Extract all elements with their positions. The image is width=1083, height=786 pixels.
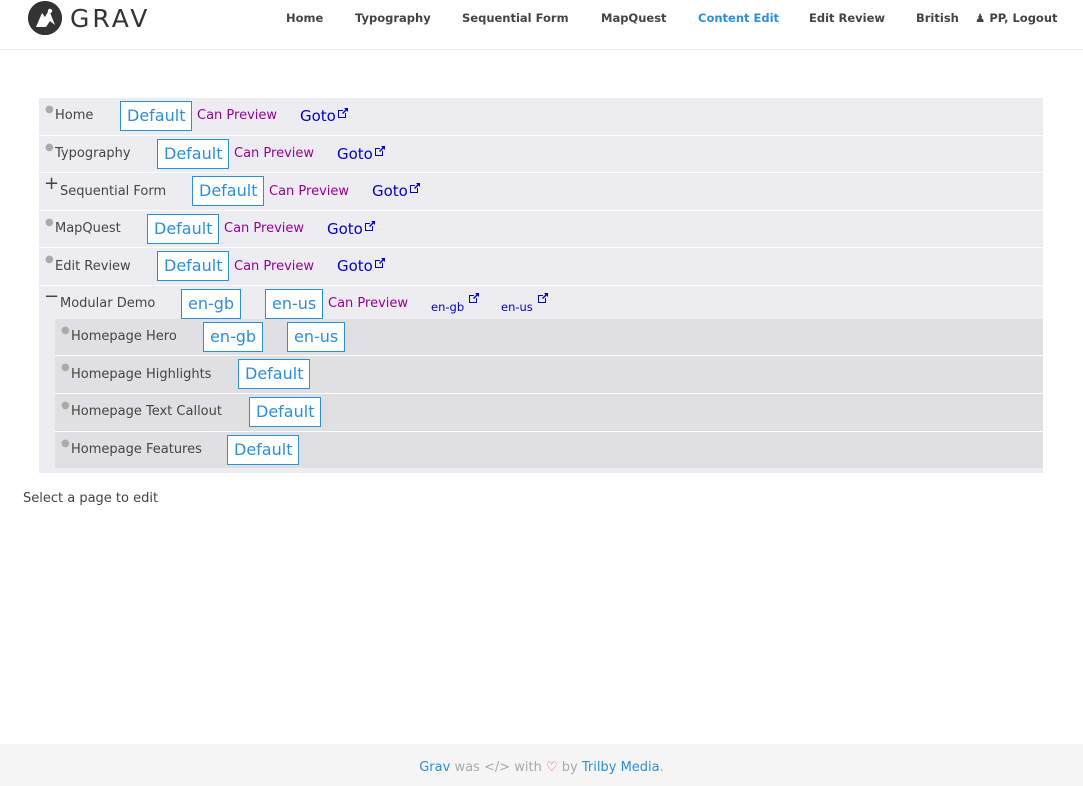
language-button-en-gb[interactable]: en-gb bbox=[181, 289, 242, 319]
main-nav: Home Typography Sequential Form MapQuest… bbox=[0, 11, 1083, 27]
tree-row-title[interactable]: Sequential Form bbox=[60, 184, 166, 199]
goto-label: Goto bbox=[337, 145, 373, 163]
tree-child-homepage-highlights: ● Homepage Highlights Default bbox=[55, 356, 1043, 394]
goto-en-gb-link[interactable]: en-gb bbox=[431, 293, 480, 314]
can-preview-link[interactable]: Can Preview bbox=[234, 146, 314, 161]
language-button[interactable]: Default bbox=[157, 139, 230, 169]
language-button[interactable]: Default bbox=[249, 397, 322, 427]
can-preview-link[interactable]: Can Preview bbox=[197, 108, 277, 123]
tree-row-title[interactable]: Home bbox=[55, 108, 93, 123]
page-tree: ● Home Default Can Preview Goto ● Typogr… bbox=[39, 98, 1043, 473]
tree-row-typography: ● Typography Default Can Preview Goto bbox=[39, 136, 1043, 173]
tree-child-homepage-hero: ● Homepage Hero en-gb en-us bbox=[55, 319, 1043, 356]
nav-content-edit[interactable]: Content Edit bbox=[698, 11, 779, 25]
external-link-icon bbox=[409, 183, 420, 193]
external-link-icon bbox=[374, 258, 385, 268]
user-icon: ♟ bbox=[975, 11, 986, 25]
footer-by: by bbox=[561, 760, 578, 775]
user-label: PP, bbox=[989, 11, 1009, 25]
nav-language-british[interactable]: British bbox=[916, 11, 959, 25]
nav-typography[interactable]: Typography bbox=[355, 11, 431, 25]
goto-label: en-us bbox=[501, 300, 533, 314]
site-header: GRAV Home Typography Sequential Form Map… bbox=[0, 0, 1083, 50]
can-preview-link[interactable]: Can Preview bbox=[224, 221, 304, 236]
nav-edit-review[interactable]: Edit Review bbox=[809, 11, 885, 25]
footer-period: . bbox=[659, 760, 664, 775]
goto-link[interactable]: Goto bbox=[337, 145, 386, 163]
goto-link[interactable]: Goto bbox=[300, 107, 349, 125]
goto-label: Goto bbox=[337, 257, 373, 275]
goto-label: Goto bbox=[372, 182, 408, 200]
language-button[interactable]: Default bbox=[147, 214, 220, 244]
tree-row-edit-review: ● Edit Review Default Can Preview Goto bbox=[39, 248, 1043, 286]
can-preview-link[interactable]: Can Preview bbox=[269, 184, 349, 199]
tree-row-title[interactable]: Homepage Features bbox=[71, 442, 202, 457]
language-button[interactable]: Default bbox=[120, 101, 193, 131]
expand-icon[interactable]: + bbox=[44, 175, 59, 193]
language-button[interactable]: Default bbox=[157, 251, 230, 281]
tree-row-sequential-form: + Sequential Form Default Can Preview Go… bbox=[39, 173, 1043, 211]
select-page-hint: Select a page to edit bbox=[23, 491, 159, 506]
language-button[interactable]: Default bbox=[192, 176, 265, 206]
nav-user[interactable]: ♟ PP, Logout bbox=[975, 11, 1058, 25]
external-link-icon bbox=[374, 146, 385, 156]
goto-link[interactable]: Goto bbox=[337, 257, 386, 275]
nav-mapquest[interactable]: MapQuest bbox=[601, 11, 667, 25]
tree-row-title[interactable]: MapQuest bbox=[55, 221, 121, 236]
tree-child-homepage-text-callout: ● Homepage Text Callout Default bbox=[55, 394, 1043, 432]
bullet-icon: ● bbox=[45, 217, 54, 228]
collapse-icon[interactable]: − bbox=[44, 288, 59, 306]
logout-link[interactable]: Logout bbox=[1012, 11, 1057, 25]
bullet-icon: ● bbox=[61, 325, 70, 336]
bullet-icon: ● bbox=[45, 104, 54, 115]
language-button-en-gb[interactable]: en-gb bbox=[203, 322, 264, 352]
goto-label: Goto bbox=[300, 107, 336, 125]
goto-label: en-gb bbox=[431, 300, 465, 314]
external-link-icon bbox=[469, 293, 480, 303]
site-footer: Grav was </> with ♡ by Trilby Media. bbox=[0, 744, 1083, 786]
tree-row-title[interactable]: Typography bbox=[55, 146, 131, 161]
tree-row-title[interactable]: Homepage Hero bbox=[71, 329, 177, 344]
tree-row-title[interactable]: Homepage Text Callout bbox=[71, 404, 222, 419]
tree-child-homepage-features: ● Homepage Features Default bbox=[55, 432, 1043, 468]
external-link-icon bbox=[364, 221, 375, 231]
language-button-en-us[interactable]: en-us bbox=[265, 289, 324, 319]
tree-row-mapquest: ● MapQuest Default Can Preview Goto bbox=[39, 211, 1043, 248]
external-link-icon bbox=[537, 293, 548, 303]
bullet-icon: ● bbox=[61, 438, 70, 449]
code-icon: </> bbox=[483, 760, 511, 775]
language-button[interactable]: Default bbox=[227, 435, 300, 465]
grav-link[interactable]: Grav bbox=[419, 760, 450, 775]
tree-row-title[interactable]: Homepage Highlights bbox=[71, 367, 211, 382]
footer-was: was bbox=[454, 760, 480, 775]
goto-en-us-link[interactable]: en-us bbox=[501, 293, 549, 314]
bullet-icon: ● bbox=[45, 142, 54, 153]
goto-link[interactable]: Goto bbox=[327, 220, 376, 238]
goto-link[interactable]: Goto bbox=[372, 182, 421, 200]
can-preview-link[interactable]: Can Preview bbox=[234, 259, 314, 274]
footer-with: with bbox=[514, 760, 542, 775]
bullet-icon: ● bbox=[61, 362, 70, 373]
language-button[interactable]: Default bbox=[238, 359, 311, 389]
tree-row-title[interactable]: Modular Demo bbox=[60, 296, 155, 311]
bullet-icon: ● bbox=[45, 254, 54, 265]
heart-icon: ♡ bbox=[546, 760, 558, 775]
tree-row-title[interactable]: Edit Review bbox=[55, 259, 131, 274]
goto-label: Goto bbox=[327, 220, 363, 238]
language-button-en-us[interactable]: en-us bbox=[287, 322, 346, 352]
tree-row-modular-demo: − Modular Demo en-gb en-us Can Preview e… bbox=[39, 286, 1043, 319]
nav-home[interactable]: Home bbox=[286, 11, 323, 25]
nav-sequential-form[interactable]: Sequential Form bbox=[462, 11, 569, 25]
trilby-media-link[interactable]: Trilby Media bbox=[582, 760, 660, 775]
bullet-icon: ● bbox=[61, 400, 70, 411]
tree-row-home: ● Home Default Can Preview Goto bbox=[39, 98, 1043, 136]
can-preview-link[interactable]: Can Preview bbox=[328, 296, 408, 311]
external-link-icon bbox=[337, 108, 348, 118]
